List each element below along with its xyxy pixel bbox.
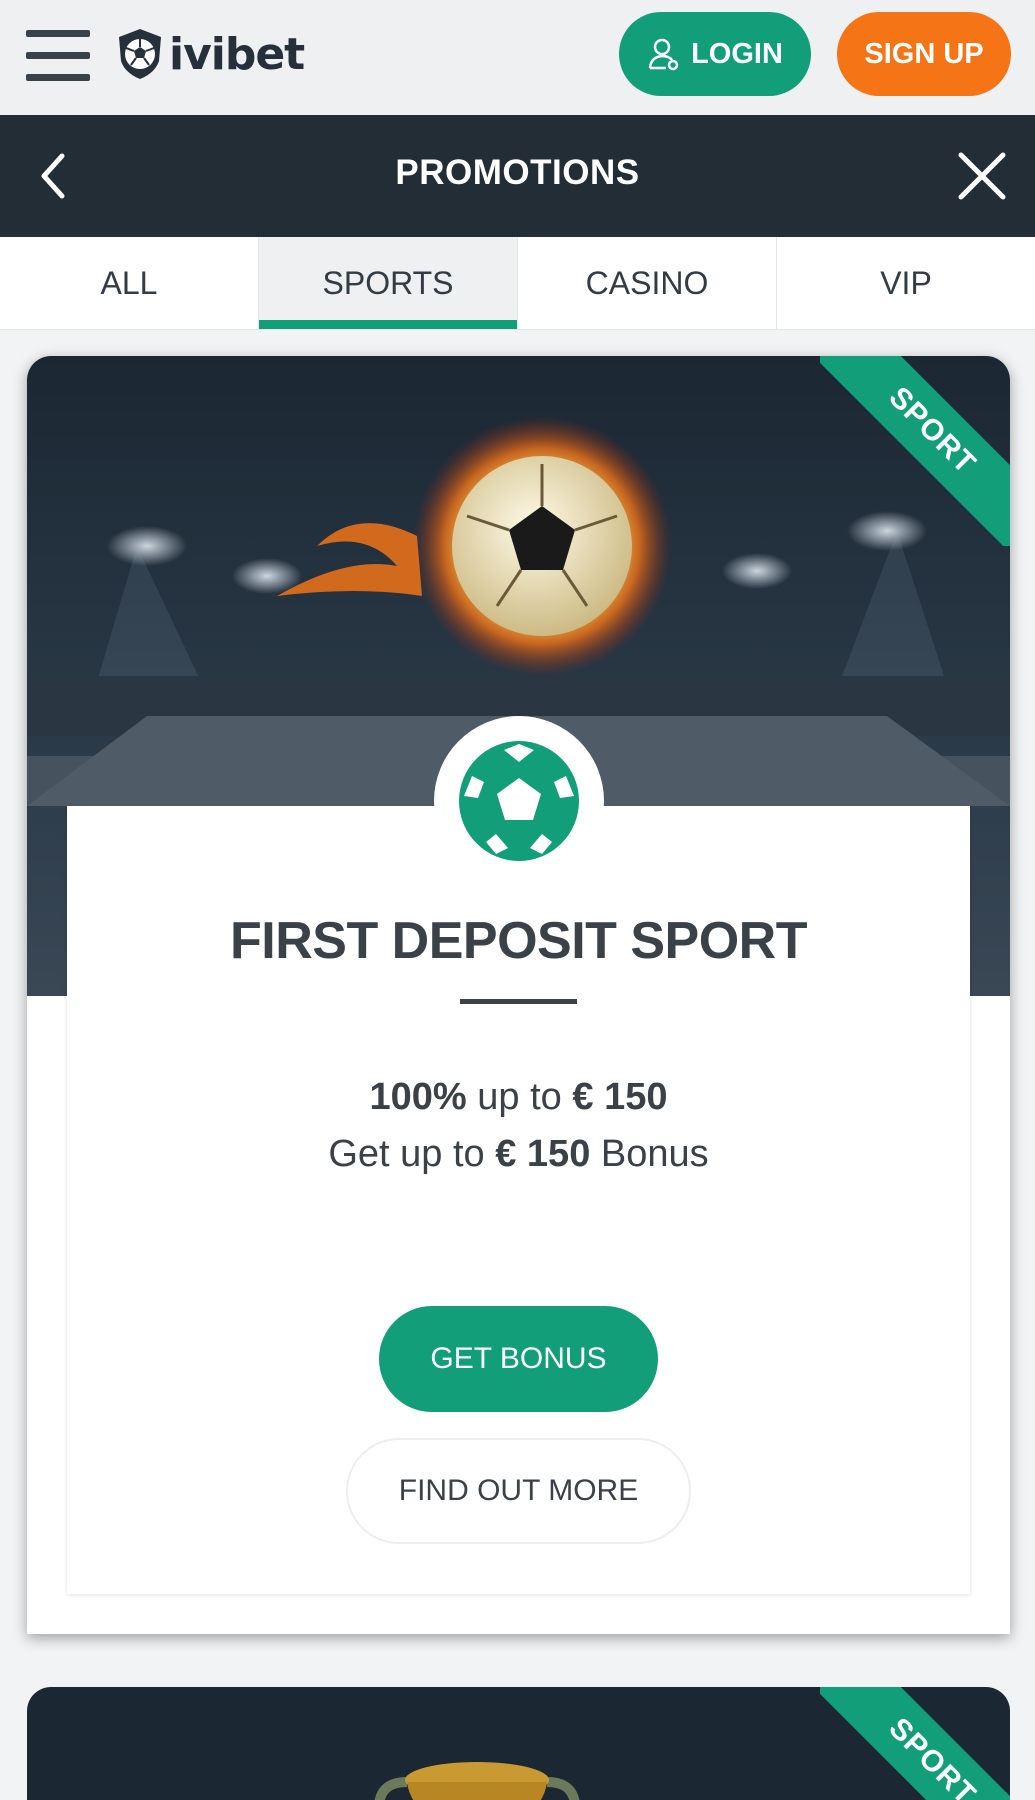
brand-logo[interactable]: ivibet <box>115 26 305 82</box>
tab-all[interactable]: ALL <box>0 237 259 329</box>
tab-casino[interactable]: CASINO <box>518 237 777 329</box>
find-out-more-button[interactable]: FIND OUT MORE <box>346 1438 691 1544</box>
top-header: ivibet LOGIN SIGN UP <box>0 0 1035 115</box>
signup-button[interactable]: SIGN UP <box>837 12 1011 96</box>
title-divider <box>460 999 577 1004</box>
promo-title: FIRST DEPOSIT SPORT <box>230 912 808 970</box>
tab-vip[interactable]: VIP <box>777 237 1035 329</box>
logo-text: ivibet <box>169 28 305 80</box>
category-ribbon: SPORT <box>820 1687 1010 1800</box>
promo-card: SPORT FIRST DEPOSIT SPORT 100% up to € 1… <box>27 356 1010 1634</box>
close-icon[interactable] <box>955 149 1009 203</box>
page-title: PROMOTIONS <box>395 153 640 192</box>
user-icon <box>648 38 679 71</box>
shield-ball-logo-icon <box>119 29 161 79</box>
promo-tabs: ALL SPORTS CASINO VIP <box>0 237 1035 330</box>
promo-bonus-line: Get up to € 150 Bonus <box>328 1133 709 1175</box>
promo-card: SPORT <box>27 1687 1010 1800</box>
get-bonus-button[interactable]: GET BONUS <box>379 1306 658 1412</box>
ribbon-label: SPORT <box>820 356 1010 546</box>
tab-sports[interactable]: SPORTS <box>259 237 518 329</box>
login-button[interactable]: LOGIN <box>619 12 811 96</box>
ribbon-label: SPORT <box>820 1687 1010 1800</box>
promo-offer-line: 100% up to € 150 <box>369 1076 668 1118</box>
soccer-ball-badge <box>434 716 604 886</box>
menu-icon[interactable] <box>26 28 90 82</box>
login-label: LOGIN <box>691 37 783 70</box>
soccer-ball-icon <box>459 741 579 861</box>
page-titlebar: PROMOTIONS <box>0 115 1035 237</box>
category-ribbon: SPORT <box>820 356 1010 546</box>
trophy-image <box>374 1762 580 1800</box>
